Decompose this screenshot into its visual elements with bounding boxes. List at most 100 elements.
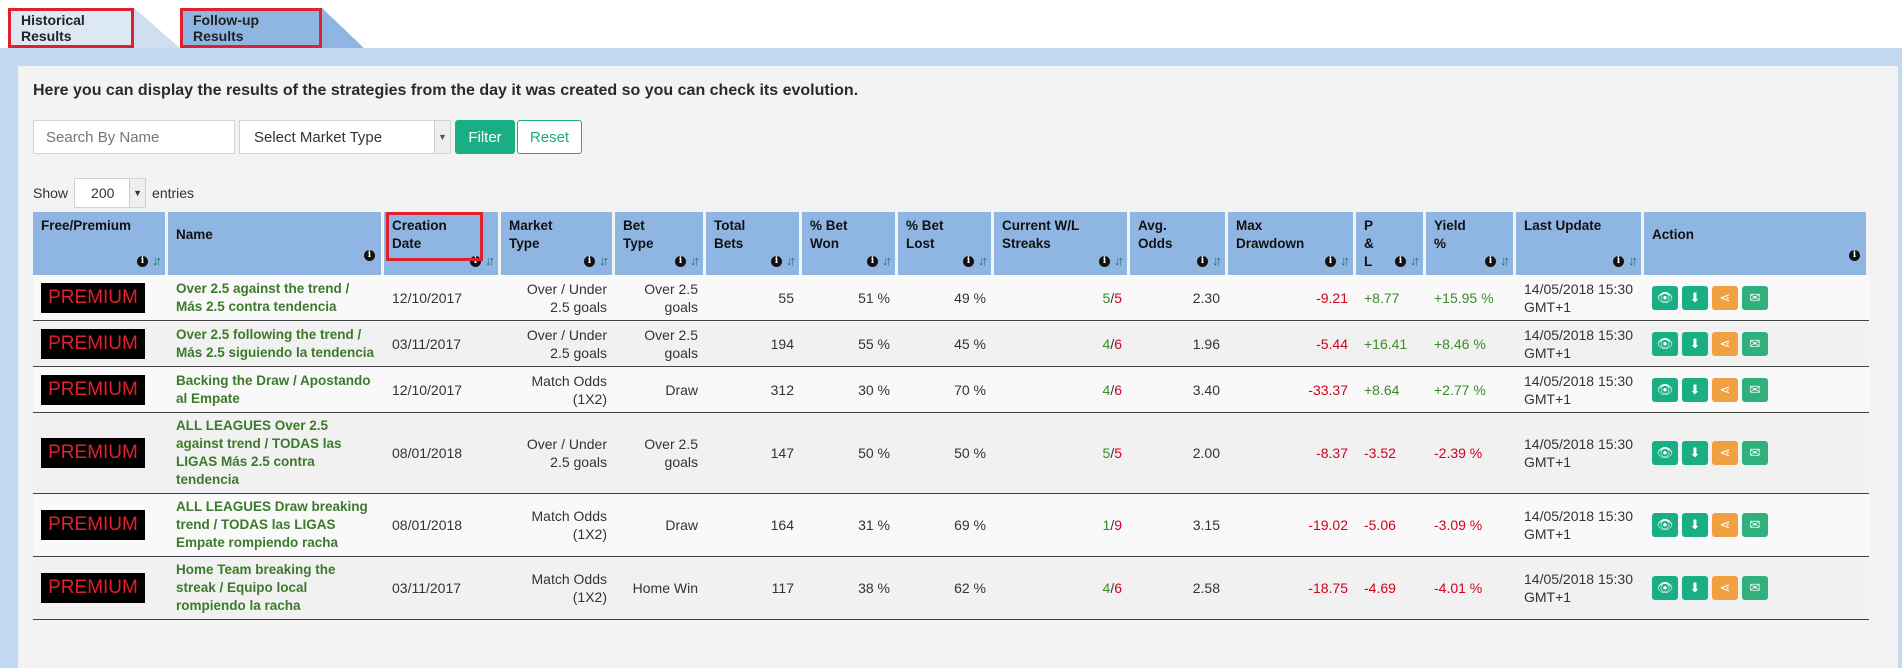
sort-icon[interactable]: ↓↑ [786,252,796,270]
col-streaks[interactable]: Current W/L Streaks i ↓↑ [994,212,1130,275]
sort-icon[interactable]: ↓↑ [1212,252,1222,270]
col-bet-lost[interactable]: % Bet Lost i ↓↑ [898,212,994,275]
envelope-icon[interactable]: ✉ [1742,285,1768,310]
sort-icon[interactable]: ↓↑ [690,252,700,270]
cell-last-update: 14/05/2018 15:30 GMT+1 [1516,321,1644,367]
col-yield[interactable]: Yield % i ↓↑ [1426,212,1516,275]
info-icon[interactable]: i [675,255,686,267]
col-name[interactable]: Name i [168,212,384,275]
info-icon[interactable]: i [470,255,481,267]
sort-icon[interactable]: ↓↑ [978,252,988,270]
col-total-bets[interactable]: Total Bets i ↓↑ [706,212,802,275]
info-icon[interactable]: i [1849,250,1860,261]
envelope-icon[interactable]: ✉ [1742,441,1768,465]
info-icon[interactable]: i [771,255,782,267]
col-creation-date[interactable]: Creation Date i ↓↑ [384,212,501,275]
strategy-name-link[interactable]: Backing the Draw / Apostando al Empate [176,372,376,408]
info-icon[interactable]: i [1613,255,1624,267]
share-icon[interactable]: ⋖ [1712,576,1738,600]
envelope-icon[interactable]: ✉ [1742,576,1768,600]
action-buttons: 👁 ⬇ ⋖ ✉ [1652,576,1861,600]
strategy-name-link[interactable]: ALL LEAGUES Draw breaking trend / TODAS … [176,498,376,552]
tab-historical-results[interactable]: Historical Results [8,8,134,48]
col-bet-type[interactable]: Bet Type i ↓↑ [615,212,706,275]
search-input[interactable] [33,120,235,154]
cell-max-drawdown: -19.02 [1228,494,1356,557]
info-icon[interactable]: i [1099,255,1110,267]
win-streak: 4 [1102,381,1111,398]
eye-icon[interactable]: 👁 [1652,285,1678,310]
cell-bet-lost: 69 % [898,494,994,557]
sort-icon[interactable]: ↓↑ [1500,252,1510,270]
strategy-name-link[interactable]: ALL LEAGUES Over 2.5 against trend / TOD… [176,417,376,489]
cell-market-type: Match Odds (1X2) [501,494,615,557]
cell-total-bets: 147 [706,413,802,494]
market-type-select[interactable]: Select Market Type ▼ [239,120,451,154]
col-max-drawdown[interactable]: Max Drawdown i ↓↑ [1228,212,1356,275]
cell-creation-date: 08/01/2018 [384,494,501,557]
share-icon[interactable]: ⋖ [1712,285,1738,310]
reset-button[interactable]: Reset [517,120,582,154]
eye-icon[interactable]: 👁 [1652,576,1678,600]
sort-icon[interactable]: ↓↑ [1410,252,1420,270]
strategy-name-link[interactable]: Home Team breaking the streak / Equipo l… [176,561,376,615]
info-icon[interactable]: i [963,255,974,267]
info-icon[interactable]: i [137,255,148,267]
loss-streak: 6 [1114,381,1122,398]
share-icon[interactable]: ⋖ [1712,441,1738,465]
eye-icon[interactable]: 👁 [1652,331,1678,356]
strategy-name-link[interactable]: Over 2.5 following the trend / Más 2.5 s… [176,326,376,362]
filter-button[interactable]: Filter [455,120,515,154]
table-row: PREMIUM ALL LEAGUES Over 2.5 against tre… [33,413,1869,494]
download-icon[interactable]: ⬇ [1682,576,1708,600]
col-pl[interactable]: P & Li ↓↑ [1356,212,1426,275]
info-icon[interactable]: i [1485,255,1496,267]
col-market-type[interactable]: Market Type i ↓↑ [501,212,615,275]
col-label: Last Update [1524,218,1602,233]
table-row: PREMIUM Over 2.5 following the trend / M… [33,321,1869,367]
cell-max-drawdown: -33.37 [1228,367,1356,413]
col-free-premium[interactable]: Free/Premium i ↓↑ [33,212,168,275]
info-icon[interactable]: i [1395,255,1406,267]
col-last-update[interactable]: Last Update i ↓↑ [1516,212,1644,275]
sort-icon[interactable]: ↓↑ [485,252,495,270]
envelope-icon[interactable]: ✉ [1742,331,1768,356]
strategy-name-link[interactable]: Over 2.5 against the trend / Más 2.5 con… [176,280,376,316]
col-bet-won[interactable]: % Bet Won i ↓↑ [802,212,898,275]
envelope-icon[interactable]: ✉ [1742,377,1768,402]
info-icon[interactable]: i [867,255,878,267]
cell-bet-type: Over 2.5 goals [615,321,706,367]
cell-bet-lost: 49 % [898,275,994,321]
info-icon[interactable]: i [584,255,595,267]
table-body: PREMIUM Over 2.5 against the trend / Más… [33,275,1869,620]
download-icon[interactable]: ⬇ [1682,377,1708,402]
eye-icon[interactable]: 👁 [1652,513,1678,537]
sort-icon[interactable]: ↓↑ [599,252,609,270]
eye-icon[interactable]: 👁 [1652,377,1678,402]
info-icon[interactable]: i [1325,255,1336,267]
col-avg-odds[interactable]: Avg. Odds i ↓↑ [1130,212,1228,275]
info-icon[interactable]: i [1197,255,1208,267]
eye-icon[interactable]: 👁 [1652,441,1678,465]
envelope-icon[interactable]: ✉ [1742,513,1768,537]
sort-icon[interactable]: ↓↑ [882,252,892,270]
cell-badge: PREMIUM [33,321,168,367]
share-icon[interactable]: ⋖ [1712,331,1738,356]
download-icon[interactable]: ⬇ [1682,285,1708,310]
sort-icon[interactable]: ↓↑ [1628,252,1638,270]
cell-badge: PREMIUM [33,413,168,494]
cell-pl: +8.77 [1356,275,1426,321]
share-icon[interactable]: ⋖ [1712,513,1738,537]
entries-select[interactable]: 200 ▼ [74,178,147,208]
table-row: PREMIUM Backing the Draw / Apostando al … [33,367,1869,413]
download-icon[interactable]: ⬇ [1682,513,1708,537]
cell-badge: PREMIUM [33,367,168,413]
sort-icon[interactable]: ↓↑ [152,252,162,270]
download-icon[interactable]: ⬇ [1682,441,1708,465]
share-icon[interactable]: ⋖ [1712,377,1738,402]
info-icon[interactable]: i [364,250,375,261]
sort-icon[interactable]: ↓↑ [1340,252,1350,270]
download-icon[interactable]: ⬇ [1682,331,1708,356]
sort-icon[interactable]: ↓↑ [1114,252,1124,270]
tab-follow-up-results[interactable]: Follow-up Results [180,8,322,48]
